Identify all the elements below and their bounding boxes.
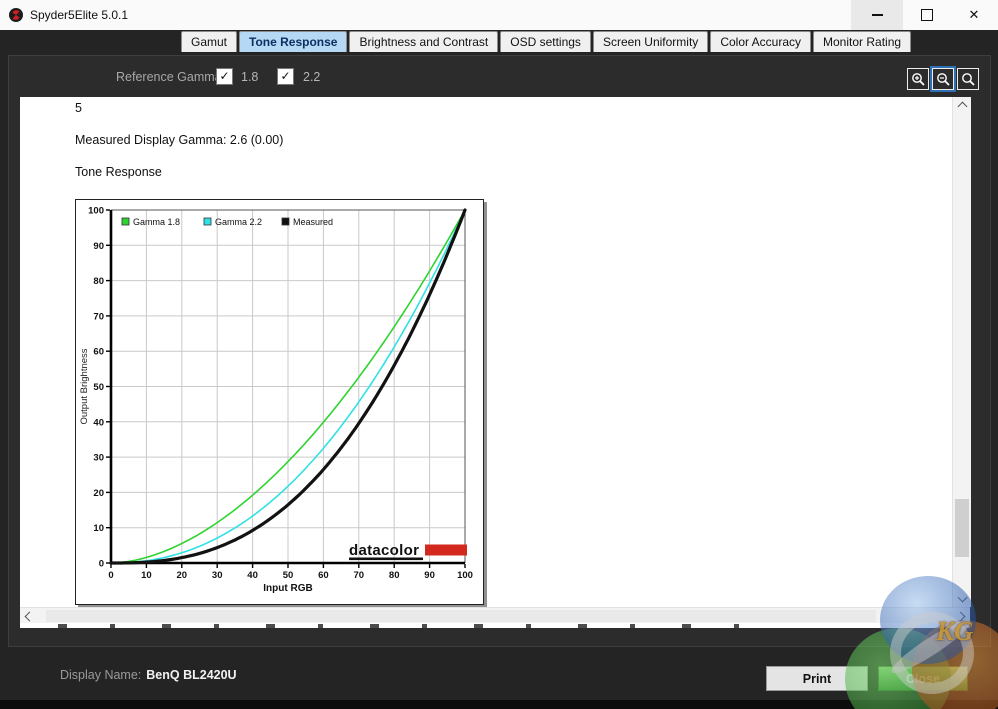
gamma-1-8-label: 1.8 <box>241 70 259 84</box>
zoom-in-button[interactable] <box>907 68 929 90</box>
tab-tone-response[interactable]: Tone Response <box>239 31 348 52</box>
gamma-2-2-checkbox[interactable]: ✓ <box>277 68 294 85</box>
svg-text:20: 20 <box>93 488 104 499</box>
close-button-label: Close <box>905 671 941 686</box>
zoom-out-button[interactable] <box>930 66 956 92</box>
svg-text:90: 90 <box>424 570 435 581</box>
svg-text:70: 70 <box>93 311 104 322</box>
scroll-up-button[interactable] <box>953 97 971 113</box>
svg-text:Output Brightness: Output Brightness <box>79 348 90 424</box>
svg-text:90: 90 <box>93 241 104 252</box>
tab-bar: Gamut Tone Response Brightness and Contras… <box>181 31 913 52</box>
print-button[interactable]: Print <box>766 666 868 691</box>
svg-text:30: 30 <box>212 570 223 581</box>
print-button-label: Print <box>802 671 832 686</box>
svg-text:100: 100 <box>457 570 473 581</box>
display-name: Display Name: BenQ BL2420U <box>60 668 237 682</box>
svg-text:60: 60 <box>318 570 329 581</box>
vertical-scrollbar[interactable] <box>952 97 971 607</box>
gamma-1-8-checkbox[interactable]: ✓ <box>216 68 233 85</box>
report-view: 5 Measured Display Gamma: 2.6 (0.00) Ton… <box>20 97 971 628</box>
chevron-down-icon <box>957 592 967 603</box>
svg-text:10: 10 <box>141 570 152 581</box>
clipped-content-row <box>20 623 970 628</box>
minimize-icon <box>871 14 883 16</box>
close-icon: ✕ <box>968 7 980 22</box>
svg-text:20: 20 <box>177 570 188 581</box>
svg-text:30: 30 <box>93 453 104 464</box>
svg-text:0: 0 <box>99 559 104 570</box>
chevron-left-icon <box>24 611 35 621</box>
svg-text:40: 40 <box>93 417 104 428</box>
tab-brightness-and-contrast[interactable]: Brightness and Contrast <box>349 31 499 52</box>
svg-text:50: 50 <box>93 382 104 393</box>
bottom-edge-strip <box>0 700 998 709</box>
chevron-right-icon <box>955 611 966 621</box>
title-bar: Spyder5Elite 5.0.1 ✕ <box>0 0 998 30</box>
tab-color-accuracy[interactable]: Color Accuracy <box>710 31 812 52</box>
svg-text:Gamma 1.8: Gamma 1.8 <box>133 217 180 227</box>
horizontal-scrollbar-thumb[interactable] <box>46 610 876 622</box>
zoom-reset-button[interactable] <box>957 68 979 90</box>
svg-text:80: 80 <box>93 276 104 287</box>
svg-text:40: 40 <box>247 570 258 581</box>
svg-text:datacolor: datacolor <box>349 542 419 559</box>
close-button[interactable]: Close <box>878 666 968 691</box>
gamma-2-2-label: 2.2 <box>303 70 321 84</box>
maximize-icon <box>920 9 933 21</box>
minimize-button[interactable] <box>851 0 903 30</box>
display-name-value: BenQ BL2420U <box>146 668 237 682</box>
clipped-text-fragments <box>58 624 758 628</box>
scroll-left-button[interactable] <box>20 608 36 624</box>
scroll-right-button[interactable] <box>954 608 970 624</box>
reference-gamma-label: Reference Gamma: <box>116 70 226 84</box>
svg-text:Gamma 2.2: Gamma 2.2 <box>215 217 262 227</box>
window-title: Spyder5Elite 5.0.1 <box>30 8 129 22</box>
page-number: 5 <box>75 101 82 115</box>
close-window-button[interactable]: ✕ <box>950 0 998 30</box>
display-name-label: Display Name: <box>60 668 142 682</box>
svg-text:10: 10 <box>93 523 104 534</box>
section-title: Tone Response <box>75 165 162 179</box>
spyder-logo-icon <box>9 8 23 22</box>
magnifier-icon <box>961 72 975 86</box>
vertical-scrollbar-thumb[interactable] <box>955 499 969 557</box>
tone-response-chart: 0 10 20 30 40 50 60 70 80 90 100 0 10 20 30 40 50 60 70 80 9… <box>75 199 484 605</box>
measured-gamma-text: Measured Display Gamma: 2.6 (0.00) <box>75 133 284 147</box>
tab-monitor-rating[interactable]: Monitor Rating <box>813 31 912 52</box>
magnifier-plus-icon <box>911 72 925 86</box>
svg-text:50: 50 <box>283 570 294 581</box>
tone-response-plot: 0 10 20 30 40 50 60 70 80 90 100 0 10 20 30 40 50 60 70 80 9… <box>76 200 481 602</box>
svg-text:Input RGB: Input RGB <box>263 583 312 594</box>
app-window: Spyder5Elite 5.0.1 ✕ Gamut Tone Response B… <box>0 0 998 709</box>
maximize-button[interactable] <box>903 0 950 30</box>
tab-osd-settings[interactable]: OSD settings <box>500 31 591 52</box>
tab-screen-uniformity[interactable]: Screen Uniformity <box>592 31 709 52</box>
svg-text:70: 70 <box>354 570 365 581</box>
magnifier-minus-icon <box>936 72 950 86</box>
horizontal-scrollbar[interactable] <box>20 607 970 624</box>
svg-text:60: 60 <box>93 347 104 358</box>
svg-text:80: 80 <box>389 570 400 581</box>
tab-gamut[interactable]: Gamut <box>181 31 238 52</box>
chevron-up-icon <box>957 101 967 112</box>
svg-text:Measured: Measured <box>293 217 333 227</box>
svg-text:0: 0 <box>108 570 113 581</box>
scroll-down-button[interactable] <box>953 591 971 607</box>
svg-text:100: 100 <box>88 206 104 217</box>
